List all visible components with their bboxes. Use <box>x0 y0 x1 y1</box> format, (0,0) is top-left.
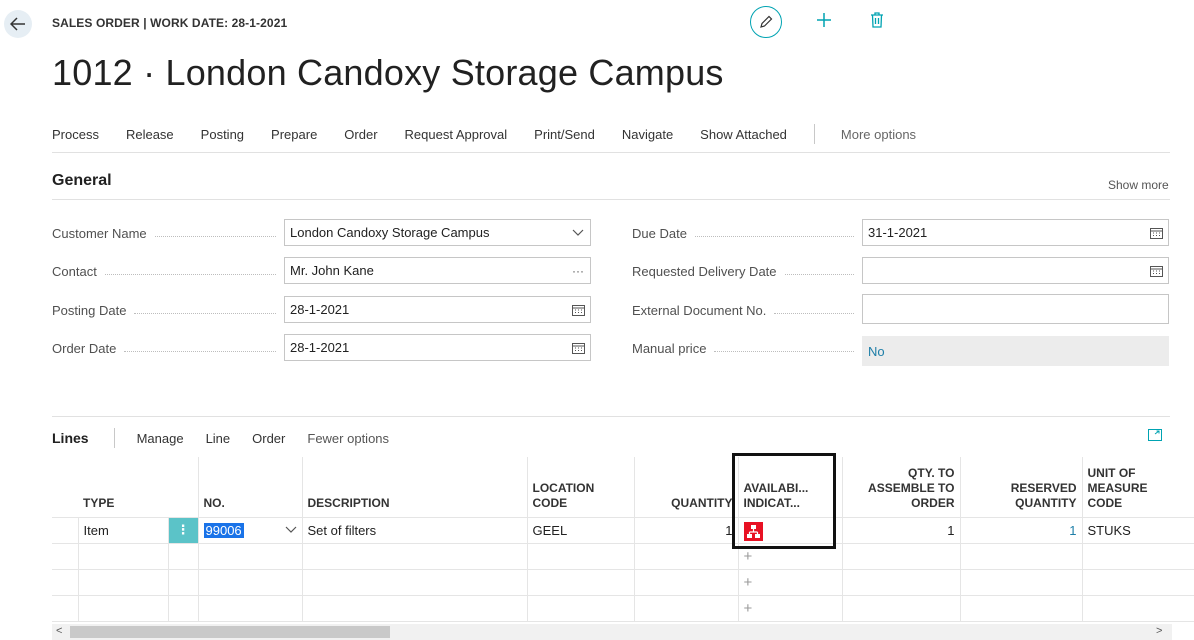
divider <box>52 199 1170 200</box>
manual-price-field[interactable]: No <box>862 336 1169 366</box>
new-button[interactable] <box>816 12 832 33</box>
posting-date-field[interactable]: 28-1-2021 <box>284 296 591 323</box>
plus-icon[interactable]: + <box>737 568 843 596</box>
ellipsis-icon[interactable]: ··· <box>566 264 590 278</box>
table-row[interactable]: + <box>52 594 1194 622</box>
edit-icon <box>760 15 773 28</box>
calendar-icon[interactable] <box>566 304 590 316</box>
action-release[interactable]: Release <box>126 127 174 142</box>
external-document-no-field[interactable] <box>862 294 1169 324</box>
divider <box>52 152 1170 153</box>
calendar-icon[interactable] <box>1144 227 1168 239</box>
contact-label: Contact <box>52 261 284 281</box>
customer-name-field[interactable]: London Candoxy Storage Campus <box>284 219 591 246</box>
customer-name-label: Customer Name <box>52 223 284 243</box>
col-type[interactable]: TYPE <box>78 457 168 517</box>
plus-icon <box>817 12 831 27</box>
col-qty-to-assemble[interactable]: QTY. TO ASSEMBLE TO ORDER <box>841 457 960 517</box>
action-show-attached[interactable]: Show Attached <box>700 127 787 142</box>
manual-price-label: Manual price <box>632 338 862 358</box>
col-quantity[interactable]: QUANTITY <box>633 457 738 517</box>
action-request-approval[interactable]: Request Approval <box>405 127 508 142</box>
page-toolbar <box>750 6 884 38</box>
edit-button[interactable] <box>750 6 782 38</box>
table-row[interactable]: + <box>52 568 1194 596</box>
section-general-title[interactable]: General <box>52 172 112 190</box>
cell-reserved-quantity[interactable]: 1 <box>959 516 1083 544</box>
page-title: 1012 · London Candoxy Storage Campus <box>52 52 724 93</box>
action-print-send[interactable]: Print/Send <box>534 127 595 142</box>
plus-icon[interactable]: + <box>737 594 843 622</box>
scroll-right-icon[interactable]: > <box>1156 625 1162 637</box>
calendar-icon[interactable] <box>1144 265 1168 277</box>
action-posting[interactable]: Posting <box>201 127 244 142</box>
table-row[interactable]: Item ⋮ 99006 Set of filters GEEL 1 1 1 S… <box>52 516 1194 544</box>
lines-title[interactable]: Lines <box>52 430 89 446</box>
action-order[interactable]: Order <box>344 127 377 142</box>
scroll-left-icon[interactable]: < <box>56 625 62 637</box>
lines-menu-line[interactable]: Line <box>206 431 231 446</box>
action-bar: Process Release Posting Prepare Order Re… <box>52 120 943 148</box>
contact-field[interactable]: Mr. John Kane ··· <box>284 257 591 284</box>
col-description[interactable]: DESCRIPTION <box>301 457 527 517</box>
cell-location-code[interactable]: GEEL <box>526 516 635 544</box>
chevron-down-icon[interactable] <box>566 229 590 237</box>
action-prepare[interactable]: Prepare <box>271 127 317 142</box>
lines-menu-manage[interactable]: Manage <box>137 431 184 446</box>
action-process[interactable]: Process <box>52 127 99 142</box>
calendar-icon[interactable] <box>566 342 590 354</box>
order-date-field[interactable]: 28-1-2021 <box>284 334 591 361</box>
lines-grid: TYPE NO. DESCRIPTION LOCATION CODE QUANTI… <box>52 457 1194 622</box>
due-date-field[interactable]: 31-1-2021 <box>862 219 1169 246</box>
table-row[interactable]: + <box>52 542 1194 570</box>
scrollbar-thumb[interactable] <box>70 626 390 638</box>
cell-type[interactable]: Item <box>78 516 169 544</box>
chevron-down-icon[interactable] <box>285 526 297 534</box>
action-divider <box>813 124 815 144</box>
page-caption: SALES ORDER | WORK DATE: 28-1-2021 <box>52 16 288 30</box>
lines-header: Lines Manage Line Order Fewer options <box>52 428 389 448</box>
col-location-code[interactable]: LOCATION CODE <box>526 457 634 517</box>
cell-quantity[interactable]: 1 <box>633 516 739 544</box>
requested-delivery-date-label: Requested Delivery Date <box>632 261 862 281</box>
delete-icon <box>871 11 883 28</box>
col-reserved-quantity[interactable]: RESERVED QUANTITY <box>959 457 1082 517</box>
col-no[interactable]: NO. <box>197 457 302 517</box>
lines-menu-order[interactable]: Order <box>252 431 285 446</box>
action-navigate[interactable]: Navigate <box>622 127 673 142</box>
show-more-link[interactable]: Show more <box>1108 178 1169 192</box>
highlight-frame <box>732 453 836 549</box>
row-actions-icon[interactable]: ⋮ <box>167 516 199 544</box>
divider <box>52 416 1170 417</box>
back-arrow-icon <box>10 17 25 31</box>
posting-date-label: Posting Date <box>52 300 284 320</box>
col-unit-of-measure-code[interactable]: UNIT OF MEASURE CODE <box>1081 457 1194 517</box>
due-date-label: Due Date <box>632 223 862 243</box>
expand-icon[interactable] <box>1148 428 1162 446</box>
action-more-options[interactable]: More options <box>841 127 916 142</box>
external-document-no-label: External Document No. <box>632 300 862 320</box>
cell-no[interactable]: 99006 <box>197 516 303 544</box>
cell-qty-to-assemble[interactable]: 1 <box>841 516 961 544</box>
order-date-label: Order Date <box>52 338 284 358</box>
requested-delivery-date-field[interactable] <box>862 257 1169 284</box>
fewer-options-link[interactable]: Fewer options <box>307 431 389 446</box>
cell-unit-of-measure[interactable]: STUKS <box>1081 516 1194 544</box>
cell-description[interactable]: Set of filters <box>301 516 528 544</box>
delete-button[interactable] <box>870 11 884 33</box>
back-button[interactable] <box>4 10 32 38</box>
